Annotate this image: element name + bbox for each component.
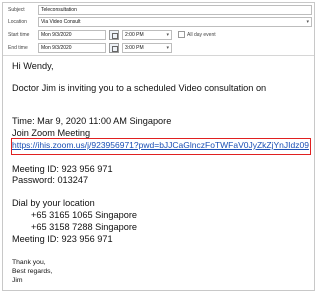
dial-heading: Dial by your location — [12, 198, 95, 208]
start-time-field[interactable]: 2:00 PM ▾ — [122, 30, 172, 40]
subject-label: Subject — [8, 7, 25, 13]
subject-row: Subject Teleconsultation — [3, 5, 314, 16]
start-date-field[interactable]: Mon 9/3/2020 — [38, 30, 106, 40]
intro-text: Doctor Jim is inviting you to a schedule… — [12, 83, 267, 93]
zoom-link[interactable]: https://ihis.zoom.us/j/923956971?pwd=bJJ… — [12, 140, 309, 151]
chevron-down-icon[interactable]: ▾ — [166, 31, 169, 39]
dial-number-1: +65 3165 1065 Singapore — [31, 210, 138, 220]
subject-field[interactable]: Teleconsultation — [38, 5, 312, 15]
location-value: Via Video Consult — [41, 19, 81, 25]
end-time-value: 3:00 PM — [125, 45, 144, 51]
meeting-id-2: Meeting ID: 923 956 971 — [12, 234, 113, 244]
location-label: Location — [8, 19, 27, 25]
appointment-form: Subject Teleconsultation Location Via Vi… — [3, 3, 314, 55]
start-time-value: 2:00 PM — [125, 32, 144, 38]
appointment-window: Subject Teleconsultation Location Via Vi… — [2, 2, 315, 291]
divider — [3, 55, 314, 56]
signoff-name: Jim — [12, 277, 23, 284]
calendar-icon[interactable] — [109, 43, 119, 53]
end-label: End time — [8, 45, 28, 51]
end-time-field[interactable]: 3:00 PM ▾ — [122, 43, 172, 53]
time-line: Time: Mar 9, 2020 11:00 AM Singapore — [12, 116, 172, 126]
end-date-field[interactable]: Mon 9/3/2020 — [38, 43, 106, 53]
location-row: Location Via Video Consult ▾ — [3, 17, 314, 28]
all-day-checkbox[interactable] — [178, 31, 185, 38]
start-label: Start time — [8, 32, 30, 38]
password: Password: 013247 — [12, 175, 89, 185]
signoff-regards: Best regards, — [12, 268, 53, 275]
calendar-icon[interactable] — [109, 30, 119, 40]
greeting: Hi Wendy, — [12, 61, 54, 71]
meeting-id: Meeting ID: 923 956 971 — [12, 164, 113, 174]
signoff-thanks: Thank you, — [12, 259, 46, 266]
chevron-down-icon[interactable]: ▾ — [306, 18, 309, 26]
location-field[interactable]: Via Video Consult ▾ — [38, 17, 312, 27]
dial-number-2: +65 3158 7288 Singapore — [31, 222, 138, 232]
chevron-down-icon[interactable]: ▾ — [166, 44, 169, 52]
start-row: Start time Mon 9/3/2020 2:00 PM ▾ All da… — [3, 30, 314, 41]
end-row: End time Mon 9/3/2020 3:00 PM ▾ — [3, 43, 314, 54]
all-day-label: All day event — [187, 32, 216, 38]
